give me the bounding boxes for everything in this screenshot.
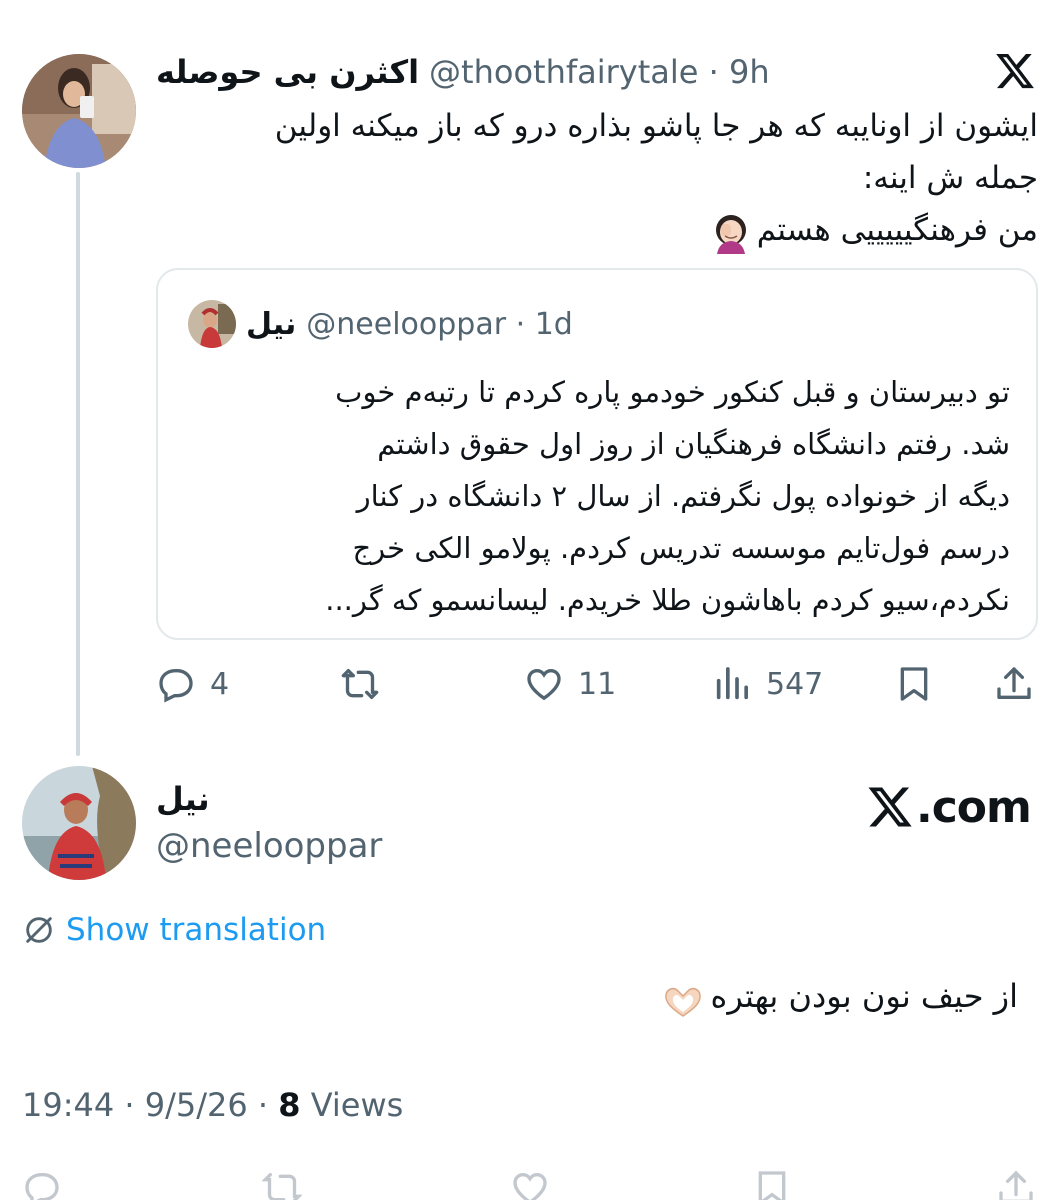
bookmark-icon — [900, 667, 928, 701]
quoted-avatar — [188, 300, 236, 348]
post-date[interactable]: 9/5/26 — [145, 1086, 248, 1124]
like-count: 11 — [578, 666, 617, 702]
reply-author-handle[interactable]: @neelooppar — [156, 826, 382, 866]
bookmark-icon[interactable] — [752, 1168, 792, 1200]
x-logo-icon — [994, 50, 1036, 92]
show-translation-link[interactable]: Show translation — [22, 912, 326, 948]
reply-author-name[interactable]: نیل — [156, 780, 210, 818]
reply-icon — [159, 669, 193, 703]
translate-icon — [26, 917, 52, 943]
repost-button[interactable] — [340, 660, 380, 708]
post-meta: 19:44 · 9/5/26 · 8 Views — [22, 1086, 404, 1124]
share-icon[interactable] — [996, 1168, 1036, 1200]
reply-avatar[interactable] — [22, 766, 136, 880]
views-count: 547 — [766, 666, 824, 702]
views-label: Views — [310, 1086, 404, 1124]
heart-icon — [527, 668, 561, 701]
reply-button[interactable]: 4 — [156, 660, 229, 708]
heart-hands-icon — [663, 981, 703, 1017]
post-text: ایشون از اونایبه که هر جا پاشو بذاره درو… — [156, 100, 1038, 256]
bookmark-button[interactable] — [894, 660, 934, 708]
reply-count: 4 — [210, 666, 230, 702]
reply-icon[interactable] — [22, 1168, 62, 1200]
site-domain: .com — [916, 781, 1032, 833]
quoted-author-handle[interactable]: @neelooppar · 1d — [306, 307, 573, 342]
face-palm-woman-icon — [709, 210, 753, 254]
heart-icon[interactable] — [510, 1168, 550, 1200]
reply-text: از حیف نون بودن بهتره — [156, 968, 1018, 1024]
quoted-author-name[interactable]: نیل — [246, 307, 296, 342]
repost-icon — [341, 669, 379, 699]
quoted-post[interactable]: نیل @neelooppar · 1d تو دبیرستان و قبل ک… — [156, 268, 1038, 640]
views-button[interactable]: 547 — [712, 660, 823, 708]
quoted-post-text: تو دبیرستان و قبل کنکور خودمو پاره کردم … — [325, 375, 1010, 617]
views-icon — [716, 667, 748, 700]
views-total: 8 — [278, 1086, 301, 1124]
x-com-watermark: .com — [866, 781, 1032, 833]
post-header: اکثرن بی حوصله @thoothfairytale · 9h — [156, 50, 770, 94]
post-time[interactable]: 19:44 — [22, 1086, 114, 1124]
author-name[interactable]: اکثرن بی حوصله — [156, 53, 419, 91]
quoted-post-header: نیل @neelooppar · 1d — [188, 300, 573, 348]
author-handle[interactable]: @thoothfairytale · 9h — [429, 53, 770, 91]
share-icon — [997, 667, 1031, 699]
thread-connector-line — [76, 172, 80, 756]
post-action-bar: 4 11 547 — [156, 660, 1038, 708]
share-button[interactable] — [994, 660, 1034, 708]
repost-icon[interactable] — [262, 1168, 302, 1200]
reply-action-bar — [0, 1160, 1060, 1200]
like-button[interactable]: 11 — [524, 660, 616, 708]
x-logo-icon — [868, 787, 912, 827]
avatar[interactable] — [22, 54, 136, 168]
